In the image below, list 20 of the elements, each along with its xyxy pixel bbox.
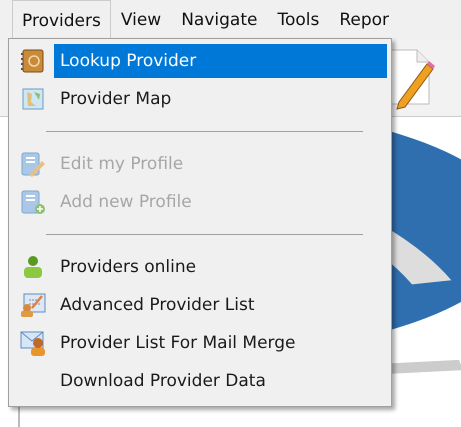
menu-item[interactable]: Download Provider Data <box>54 364 387 398</box>
menu-item: Edit my Profile <box>59 153 184 176</box>
person-icon <box>22 255 44 279</box>
map-icon <box>22 88 44 110</box>
menu-bar-item[interactable]: Navigate <box>171 0 268 40</box>
menu-bar-item[interactable]: Providers <box>12 0 111 40</box>
menu-item: Add new Profile <box>59 191 193 214</box>
menu-bar-item[interactable]: Repor <box>329 0 400 40</box>
menu-bar-item[interactable]: Tools <box>267 0 330 40</box>
profile-pencil-icon <box>20 151 46 177</box>
mail-person-icon <box>20 330 46 356</box>
menu-item[interactable]: Providers online <box>54 250 387 284</box>
menu-bar-item[interactable]: View <box>110 0 172 40</box>
profile-add-icon <box>20 189 46 215</box>
list-person-icon <box>20 292 46 318</box>
menu-item[interactable]: Lookup Provider <box>54 44 387 78</box>
menu-item[interactable]: Advanced Provider List <box>54 288 387 322</box>
address-book-icon <box>20 48 46 74</box>
menu-item[interactable]: Provider List For Mail Merge <box>54 326 387 360</box>
menu-item[interactable]: Provider Map <box>54 82 387 116</box>
